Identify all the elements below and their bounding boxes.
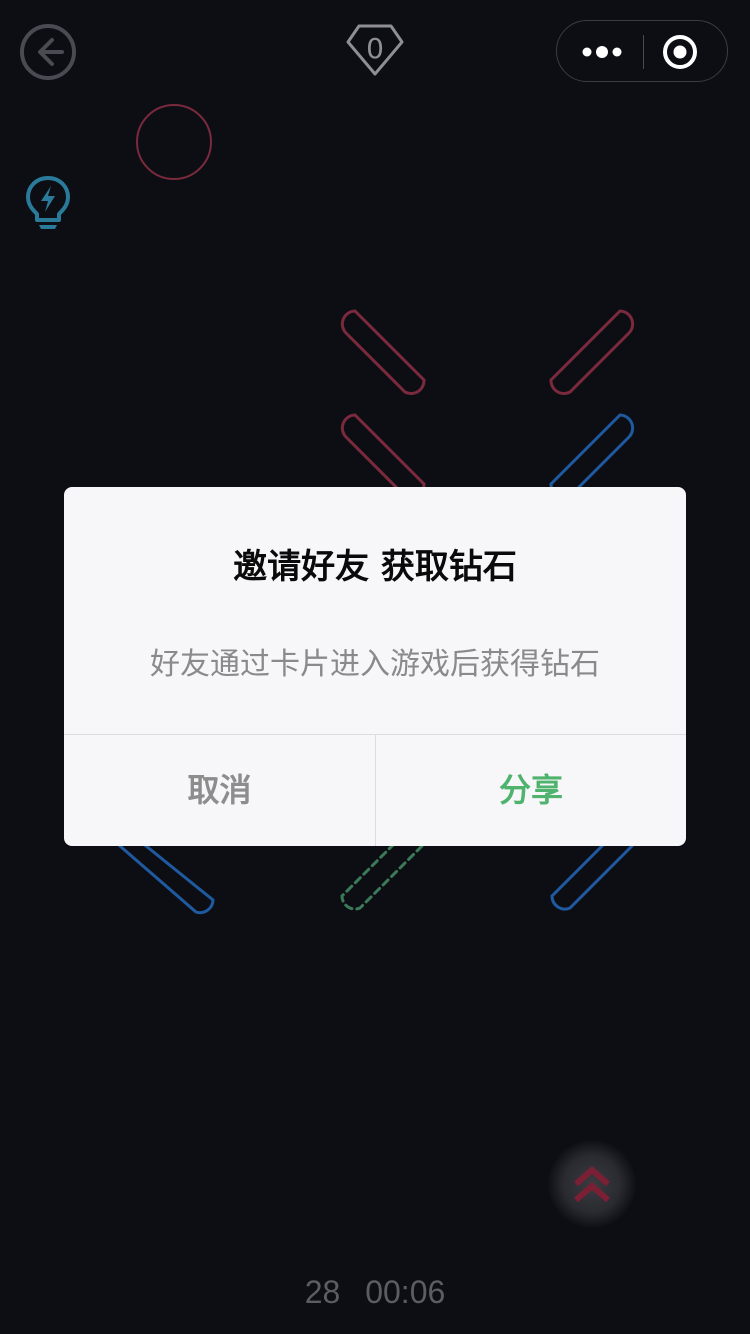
dialog-message: 好友通过卡片进入游戏后获得钻石: [150, 647, 600, 682]
dialog-title: 邀请好友 获取钻石: [233, 547, 517, 587]
status-footer: 28 00:06: [0, 1274, 750, 1311]
cancel-button[interactable]: 取消: [64, 735, 375, 846]
piece-red-3[interactable]: [340, 413, 426, 499]
share-button[interactable]: 分享: [376, 735, 686, 846]
invite-dialog: 邀请好友 获取钻石 好友通过卡片进入游戏后获得钻石 取消 分享: [64, 487, 686, 846]
piece-red-1[interactable]: [340, 309, 426, 395]
boost-button[interactable]: [548, 1140, 636, 1228]
timer: 00:06: [365, 1274, 446, 1310]
double-chevron-up-icon: [574, 1166, 610, 1203]
piece-red-2[interactable]: [549, 309, 635, 395]
piece-blue-1[interactable]: [549, 413, 635, 499]
level-number: 28: [304, 1274, 341, 1310]
